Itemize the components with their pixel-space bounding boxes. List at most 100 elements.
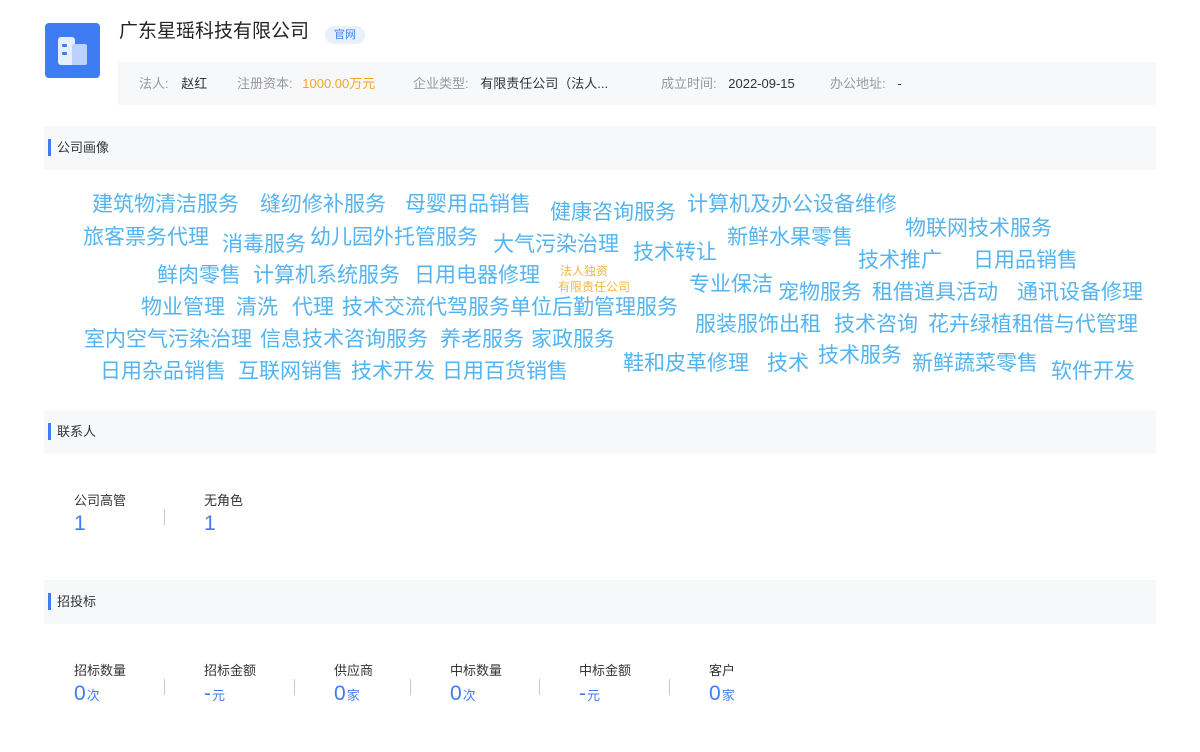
address-field: 办公地址: -	[830, 62, 902, 105]
stat-label: 中标金额	[579, 663, 632, 678]
stat-unit: 元	[587, 688, 601, 703]
scope-tag[interactable]: 日用百货销售	[442, 359, 568, 385]
stat-value: 1	[204, 512, 216, 535]
bid-stat-tender-count[interactable]: 招标数量 0次	[74, 663, 126, 708]
scope-tag[interactable]: 室内空气污染治理	[84, 327, 252, 353]
scope-tag[interactable]: 家政服务	[531, 327, 615, 353]
scope-tag[interactable]: 宠物服务	[778, 280, 862, 306]
legal-rep-field: 法人: 赵红	[139, 62, 207, 105]
bid-stat-tender-amount[interactable]: 招标金额 -元	[204, 663, 256, 708]
stat-unit: 家	[346, 688, 360, 703]
scope-tag-center-line-2: 有限责任公司	[558, 280, 631, 294]
scope-tag[interactable]: 租借道具活动	[872, 280, 998, 306]
founded-label: 成立时间:	[661, 76, 717, 91]
contact-stat-no-role[interactable]: 无角色 1	[204, 493, 243, 536]
founded-value: 2022-09-15	[728, 76, 795, 91]
scope-tag[interactable]: 母婴用品销售	[405, 192, 531, 218]
scope-tag[interactable]: 新鲜蔬菜零售	[912, 351, 1038, 377]
scope-tag[interactable]: 信息技术咨询服务	[260, 327, 428, 353]
address-label: 办公地址:	[830, 76, 886, 91]
scope-tag[interactable]: 技术转让	[633, 240, 717, 266]
scope-tag[interactable]: 缝纫修补服务	[260, 192, 386, 218]
window-dot	[62, 44, 67, 47]
profile-section-header: 公司画像	[44, 126, 1156, 170]
scope-tag[interactable]: 互联网销售	[238, 359, 343, 385]
company-info-bar: 法人: 赵红 注册资本: 1000.00万元 企业类型: 有限责任公司（法人..…	[118, 62, 1156, 105]
scope-tag[interactable]: 消毒服务	[222, 232, 306, 258]
scope-tag[interactable]: 技术服务	[818, 343, 902, 369]
contact-stat-executives[interactable]: 公司高管 1	[74, 493, 126, 536]
scope-tag[interactable]: 技术咨询	[834, 312, 918, 338]
scope-tag[interactable]: 计算机系统服务	[253, 263, 400, 289]
bidding-section-title: 招投标	[57, 594, 97, 609]
stat-value: 0家	[334, 682, 373, 708]
official-site-badge[interactable]: 官网	[325, 26, 365, 44]
stat-unit: 元	[212, 688, 226, 703]
scope-tag[interactable]: 单位后勤管理服务	[510, 295, 678, 321]
profile-section-title: 公司画像	[57, 140, 110, 155]
scope-tag[interactable]: 代驾服务	[426, 295, 510, 321]
scope-tag[interactable]: 技术推广	[858, 248, 942, 274]
bidding-section-header: 招投标	[44, 580, 1156, 624]
bid-stat-win-amount[interactable]: 中标金额 -元	[579, 663, 631, 708]
scope-tag[interactable]: 技术	[767, 351, 809, 377]
stat-number: 0	[334, 682, 346, 705]
address-value: -	[897, 76, 902, 91]
scope-tag[interactable]: 技术交流	[342, 295, 426, 321]
scope-tag[interactable]: 日用杂品销售	[100, 359, 226, 385]
stat-divider	[164, 679, 165, 695]
bid-stat-customers[interactable]: 客户 0家	[709, 663, 735, 708]
scope-tag[interactable]: 新鲜水果零售	[727, 225, 853, 251]
capital-label: 注册资本:	[237, 76, 293, 91]
company-name: 广东星瑶科技有限公司	[119, 21, 310, 42]
section-accent-bar	[48, 423, 51, 440]
scope-tag[interactable]: 物联网技术服务	[905, 216, 1052, 242]
scope-tag[interactable]: 日用品销售	[973, 248, 1078, 274]
scope-tag[interactable]: 软件开发	[1051, 359, 1135, 385]
scope-tag[interactable]: 技术开发	[351, 359, 435, 385]
scope-tag[interactable]: 大气污染治理	[493, 232, 619, 258]
scope-tag[interactable]: 清洗	[236, 295, 278, 321]
scope-tag[interactable]: 健康咨询服务	[550, 200, 676, 226]
scope-tag[interactable]: 鲜肉零售	[157, 263, 241, 289]
stat-label: 无角色	[204, 493, 244, 508]
scope-tag[interactable]: 代理	[292, 295, 334, 321]
scope-tag[interactable]: 花卉绿植租借与代管理	[928, 312, 1138, 338]
scope-tag[interactable]: 日用电器修理	[414, 263, 540, 289]
stat-unit: 次	[86, 688, 100, 703]
stat-divider	[410, 679, 411, 695]
stat-label: 公司高管	[74, 493, 127, 508]
scope-tag[interactable]: 旅客票务代理	[83, 225, 209, 251]
window-dot	[62, 52, 67, 55]
scope-tag-center-line-1: 法人独资	[560, 264, 609, 278]
legal-rep-label: 法人:	[139, 76, 169, 91]
scope-tag[interactable]: 专业保洁	[689, 272, 773, 298]
scope-tag[interactable]: 建筑物清洁服务	[92, 192, 239, 218]
legal-rep-value[interactable]: 赵红	[181, 76, 207, 91]
bid-stat-suppliers[interactable]: 供应商 0家	[334, 663, 373, 708]
stat-number: 0	[709, 682, 721, 705]
scope-tag[interactable]: 服装服饰出租	[695, 312, 821, 338]
stat-label: 招标金额	[204, 663, 257, 678]
scope-tag[interactable]: 通讯设备修理	[1017, 280, 1143, 306]
contacts-section-header: 联系人	[44, 410, 1156, 454]
stat-value: 0次	[74, 682, 126, 708]
building-annex-icon	[72, 44, 87, 65]
stat-label: 中标数量	[450, 663, 503, 678]
scope-tag[interactable]: 鞋和皮革修理	[623, 351, 749, 377]
stat-value: -元	[579, 682, 631, 708]
stat-value: 0家	[709, 682, 735, 708]
bid-stat-win-count[interactable]: 中标数量 0次	[450, 663, 502, 708]
capital-field: 注册资本: 1000.00万元	[237, 62, 375, 105]
stat-label: 客户	[709, 663, 736, 678]
stat-number: 0	[74, 682, 86, 705]
business-scope-word-cloud: 建筑物清洁服务 缝纫修补服务 母婴用品销售 健康咨询服务 计算机及办公设备维修 …	[44, 184, 1156, 394]
stat-label: 招标数量	[74, 663, 127, 678]
scope-tag[interactable]: 养老服务	[440, 327, 524, 353]
scope-tag[interactable]: 幼儿园外托管服务	[310, 225, 478, 251]
stat-divider	[294, 679, 295, 695]
scope-tag[interactable]: 计算机及办公设备维修	[687, 192, 897, 218]
stat-number: -	[579, 682, 586, 705]
stat-number: -	[204, 682, 211, 705]
scope-tag[interactable]: 物业管理	[141, 295, 225, 321]
